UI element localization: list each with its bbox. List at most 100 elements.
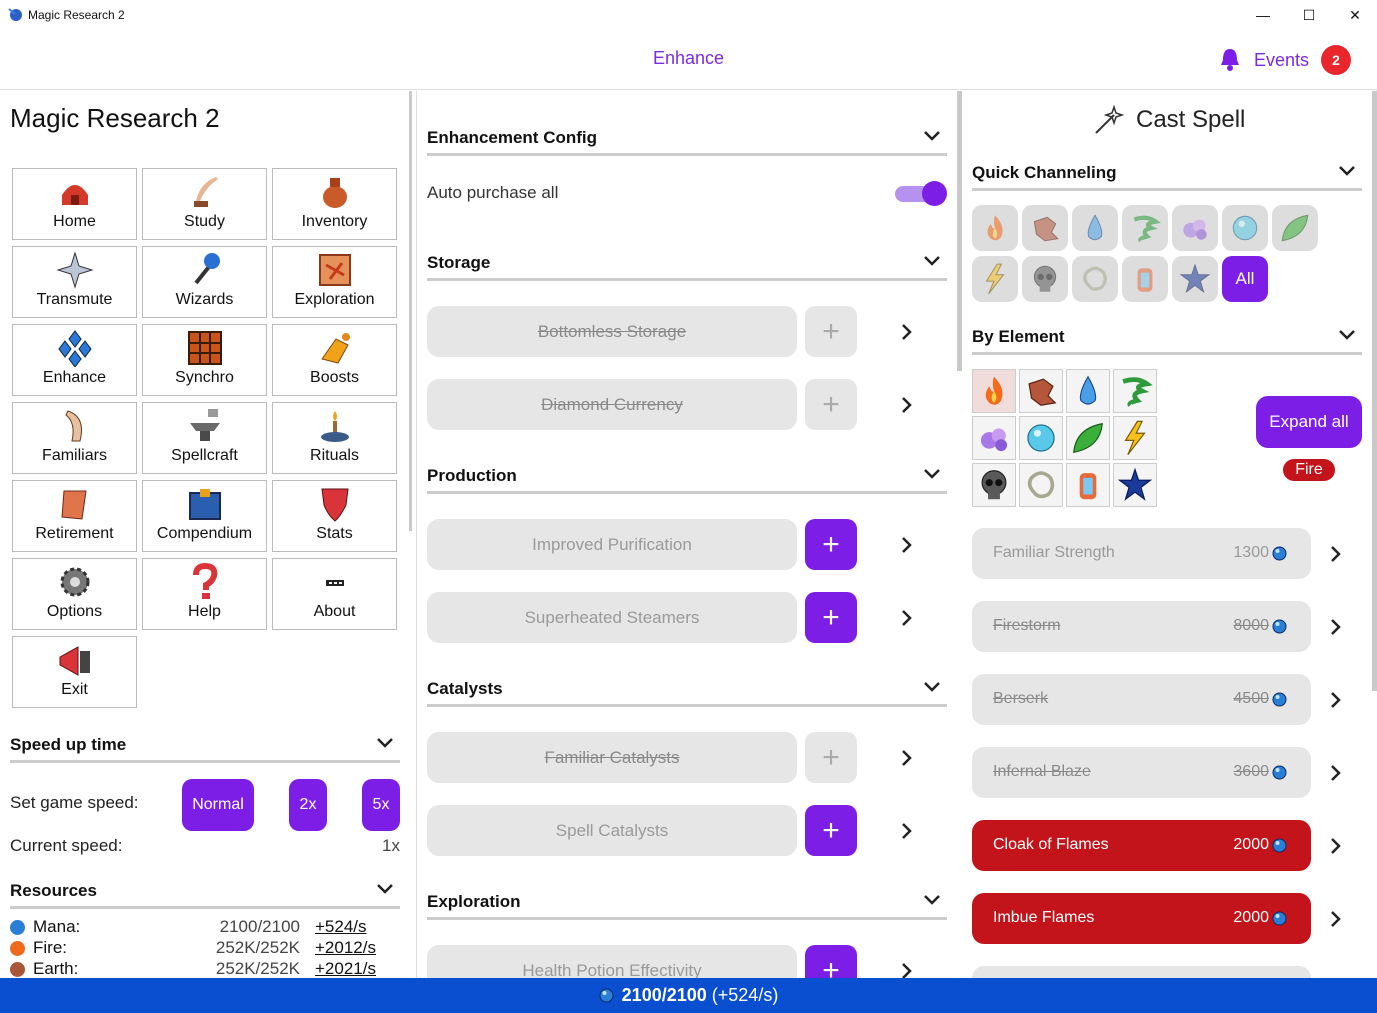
resources-section-header[interactable]: Resources <box>10 877 400 909</box>
speed-2x-button[interactable]: 2x <box>289 779 327 831</box>
chevron-right-icon[interactable] <box>897 322 917 342</box>
spell-button[interactable]: Firestorm 8000 <box>972 601 1311 652</box>
enhancement-button[interactable]: Bottomless Storage <box>427 306 797 357</box>
nav-home-button[interactable]: Home <box>12 168 137 240</box>
enhancement-button[interactable]: Spell Catalysts <box>427 805 797 856</box>
nav-about-button[interactable]: About <box>272 558 397 630</box>
chevron-right-icon[interactable] <box>897 961 917 978</box>
spell-button[interactable]: Imbue Flames 2000 <box>972 893 1311 944</box>
nav-enhance-button[interactable]: Enhance <box>12 324 137 396</box>
element-filter-earth[interactable] <box>1019 369 1063 413</box>
speed-section-header[interactable]: Speed up time <box>10 731 400 763</box>
purchase-plus-button[interactable]: + <box>805 519 857 570</box>
quick-channel-button[interactable] <box>1072 205 1118 251</box>
nav-familiars-button[interactable]: Familiars <box>12 402 137 474</box>
element-filter-spirit[interactable] <box>1019 463 1063 507</box>
purchase-plus-button[interactable]: + <box>805 945 857 978</box>
nav-study-button[interactable]: Study <box>142 168 267 240</box>
nav-wizards-button[interactable]: Wizards <box>142 246 267 318</box>
chevron-right-icon[interactable] <box>1326 690 1346 710</box>
element-filter-fire[interactable] <box>972 369 1016 413</box>
left-scrollbar[interactable] <box>409 91 412 531</box>
nav-synchro-button[interactable]: Synchro <box>142 324 267 396</box>
config-section-header[interactable]: Enhancement Config <box>427 124 947 156</box>
enhancement-button[interactable]: Health Potion Effectivity <box>427 945 797 978</box>
spell-button[interactable]: Familiar Strength 1300 <box>972 528 1311 579</box>
nav-spellcraft-button[interactable]: Spellcraft <box>142 402 267 474</box>
element-filter-ice[interactable] <box>1019 416 1063 460</box>
chevron-right-icon[interactable] <box>897 748 917 768</box>
chevron-right-icon[interactable] <box>1326 763 1346 783</box>
section-header[interactable]: Production <box>427 462 947 494</box>
element-filter-nature[interactable] <box>1066 416 1110 460</box>
element-filter-star[interactable] <box>1113 463 1157 507</box>
quick-channel-button[interactable] <box>1272 205 1318 251</box>
nav-options-button[interactable]: Options <box>12 558 137 630</box>
quick-channel-button[interactable] <box>1072 256 1118 302</box>
quick-channeling-header[interactable]: Quick Channeling <box>972 159 1362 191</box>
element-filter-arcane[interactable] <box>972 416 1016 460</box>
purchase-plus-button[interactable]: + <box>805 805 857 856</box>
spell-button[interactable] <box>972 966 1311 978</box>
enhancement-button[interactable]: Superheated Steamers <box>427 592 797 643</box>
auto-purchase-toggle[interactable] <box>895 181 947 206</box>
enhancement-button[interactable]: Familiar Catalysts <box>427 732 797 783</box>
spell-button[interactable]: Cloak of Flames 2000 <box>972 820 1311 871</box>
nav-retirement-button[interactable]: Retirement <box>12 480 137 552</box>
minimize-button[interactable]: — <box>1240 0 1286 30</box>
element-filter-air[interactable] <box>1113 369 1157 413</box>
quick-channel-button[interactable] <box>1022 205 1068 251</box>
quick-channel-button[interactable] <box>1222 205 1268 251</box>
purchase-plus-button[interactable]: + <box>805 592 857 643</box>
spell-button[interactable]: Berserk 4500 <box>972 674 1311 725</box>
maximize-button[interactable]: ☐ <box>1286 0 1332 30</box>
nav-exploration-button[interactable]: Exploration <box>272 246 397 318</box>
resource-name: Mana: <box>33 917 81 936</box>
quick-channel-button[interactable] <box>972 256 1018 302</box>
enhancement-button[interactable]: Diamond Currency <box>427 379 797 430</box>
chevron-right-icon[interactable] <box>1326 617 1346 637</box>
nav-compendium-button[interactable]: Compendium <box>142 480 267 552</box>
nav-stats-button[interactable]: Stats <box>272 480 397 552</box>
chevron-right-icon[interactable] <box>897 535 917 555</box>
section-header[interactable]: Exploration <box>427 888 947 920</box>
chevron-right-icon[interactable] <box>1326 909 1346 929</box>
chevron-right-icon[interactable] <box>897 821 917 841</box>
nav-help-button[interactable]: Help <box>142 558 267 630</box>
section-header[interactable]: Catalysts <box>427 675 947 707</box>
element-filter-lightning[interactable] <box>1113 416 1157 460</box>
enhancement-button[interactable]: Improved Purification <box>427 519 797 570</box>
events-button[interactable]: Events 2 <box>1218 44 1352 76</box>
spell-button[interactable]: Infernal Blaze 3600 <box>972 747 1311 798</box>
close-window-button[interactable]: ✕ <box>1332 0 1377 30</box>
chevron-right-icon[interactable] <box>897 395 917 415</box>
quick-channel-button[interactable] <box>972 205 1018 251</box>
element-filter-potion[interactable] <box>1066 463 1110 507</box>
element-filter-death[interactable] <box>972 463 1016 507</box>
nav-exit-button[interactable]: Exit <box>12 636 137 708</box>
nav-rituals-button[interactable]: Rituals <box>272 402 397 474</box>
purchase-plus-button[interactable]: + <box>805 306 857 357</box>
element-filter-water[interactable] <box>1066 369 1110 413</box>
nav-transmute-button[interactable]: Transmute <box>12 246 137 318</box>
quick-channel-button[interactable] <box>1022 256 1068 302</box>
nav-boosts-button[interactable]: Boosts <box>272 324 397 396</box>
expand-all-button[interactable]: Expand all <box>1256 396 1362 448</box>
chevron-right-icon[interactable] <box>1326 836 1346 856</box>
chevron-right-icon[interactable] <box>897 608 917 628</box>
nav-inventory-button[interactable]: Inventory <box>272 168 397 240</box>
by-element-header[interactable]: By Element <box>972 323 1362 355</box>
quick-channel-button[interactable] <box>1172 205 1218 251</box>
quick-channel-button[interactable] <box>1122 256 1168 302</box>
chevron-right-icon[interactable] <box>1326 544 1346 564</box>
right-scrollbar[interactable] <box>1372 91 1377 691</box>
purchase-plus-button[interactable]: + <box>805 732 857 783</box>
quick-channel-button[interactable] <box>1122 205 1168 251</box>
speed-5x-button[interactable]: 5x <box>362 779 400 831</box>
quick-channel-button[interactable] <box>1172 256 1218 302</box>
purchase-plus-button[interactable]: + <box>805 379 857 430</box>
spell-cost: 1300 <box>1233 544 1269 561</box>
quick-channel-all-button[interactable]: All <box>1222 256 1268 302</box>
section-header[interactable]: Storage <box>427 249 947 281</box>
speed-normal-button[interactable]: Normal <box>182 779 254 831</box>
